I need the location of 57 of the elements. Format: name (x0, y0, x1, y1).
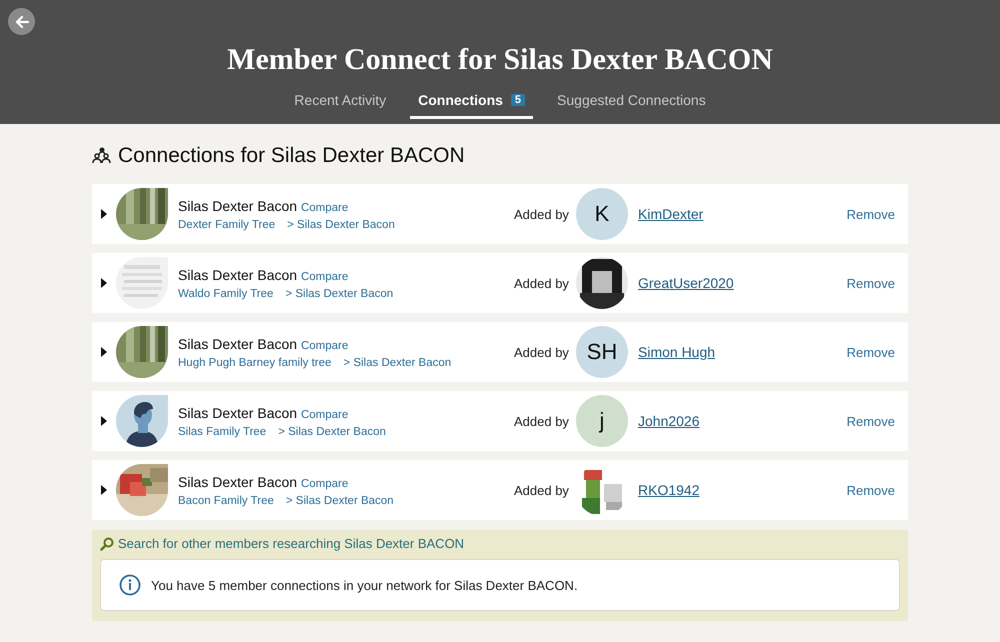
tree-link[interactable]: Waldo Family Tree (178, 288, 274, 300)
compare-link[interactable]: Compare (300, 408, 348, 420)
info-icon (119, 574, 141, 596)
username-link[interactable]: Simon Hugh (638, 344, 838, 360)
added-by-label: Added by (514, 276, 570, 290)
people-icon (92, 147, 112, 165)
user-avatar: j (576, 395, 628, 447)
added-by-label: Added by (514, 482, 570, 498)
remove-link[interactable]: Remove (846, 414, 895, 428)
info-message: You have 5 member connections in your network for Silas Dexter BACON. (151, 578, 578, 592)
user-avatar: SH (576, 326, 628, 378)
username-link[interactable]: KimDexter (638, 206, 838, 222)
username-link[interactable]: GreatUser2020 (638, 275, 838, 291)
user-avatar: K (576, 188, 628, 240)
caret-icon (100, 209, 108, 219)
compare-link[interactable]: Compare (300, 340, 348, 352)
username-link[interactable]: John2026 (638, 413, 838, 429)
username-link[interactable]: RKO1942 (638, 482, 838, 498)
added-by-label: Added by (514, 414, 570, 428)
person-link[interactable]: > Silas Dexter Bacon (286, 494, 394, 506)
person-name: Silas Dexter Bacon (178, 404, 298, 420)
added-by-label: Added by (514, 206, 570, 222)
added-by-label: Added by (514, 344, 570, 360)
person-link[interactable]: > Silas Dexter Bacon (278, 426, 386, 438)
count-badge: 5 (510, 94, 526, 106)
remove-link[interactable]: Remove (846, 482, 895, 498)
remove-link[interactable]: Remove (846, 276, 895, 290)
tree-link[interactable]: Silas Family Tree (178, 426, 266, 438)
remove-link[interactable]: Remove (846, 344, 895, 360)
caret-icon (100, 416, 108, 426)
tree-link[interactable]: Bacon Family Tree (178, 494, 274, 506)
search-icon (100, 536, 114, 550)
person-link[interactable]: > Silas Dexter Bacon (287, 218, 395, 230)
back-arrow-icon (14, 14, 30, 30)
person-name: Silas Dexter Bacon (178, 198, 298, 214)
page-title: Member Connect for Silas Dexter BACON (227, 42, 773, 78)
person-link[interactable]: > Silas Dexter Bacon (343, 356, 452, 368)
back-button[interactable] (8, 8, 35, 35)
tab[interactable]: Suggested Connections (549, 86, 714, 119)
tab[interactable]: Connections 5 (410, 86, 534, 119)
caret-icon (100, 485, 108, 495)
compare-link[interactable]: Compare (300, 478, 348, 490)
section-heading: Connections for Silas Dexter BACON (118, 144, 465, 168)
compare-link[interactable]: Compare (300, 202, 348, 214)
tree-link[interactable]: Dexter Family Tree (178, 218, 276, 230)
caret-icon (100, 347, 108, 357)
person-name: Silas Dexter Bacon (178, 266, 298, 282)
person-silhouette-icon (116, 395, 168, 447)
tree-link[interactable]: Hugh Pugh Barney family tree (178, 356, 332, 368)
tab[interactable]: Recent Activity (286, 86, 394, 119)
compare-link[interactable]: Compare (300, 270, 348, 282)
person-name: Silas Dexter Bacon (178, 336, 298, 352)
caret-icon (100, 278, 108, 288)
search-link[interactable]: Search for other members researching Silas Dexter BACON (118, 536, 464, 551)
person-link[interactable]: > Silas Dexter Bacon (285, 288, 394, 300)
remove-link[interactable]: Remove (846, 206, 895, 222)
person-name: Silas Dexter Bacon (178, 474, 298, 490)
